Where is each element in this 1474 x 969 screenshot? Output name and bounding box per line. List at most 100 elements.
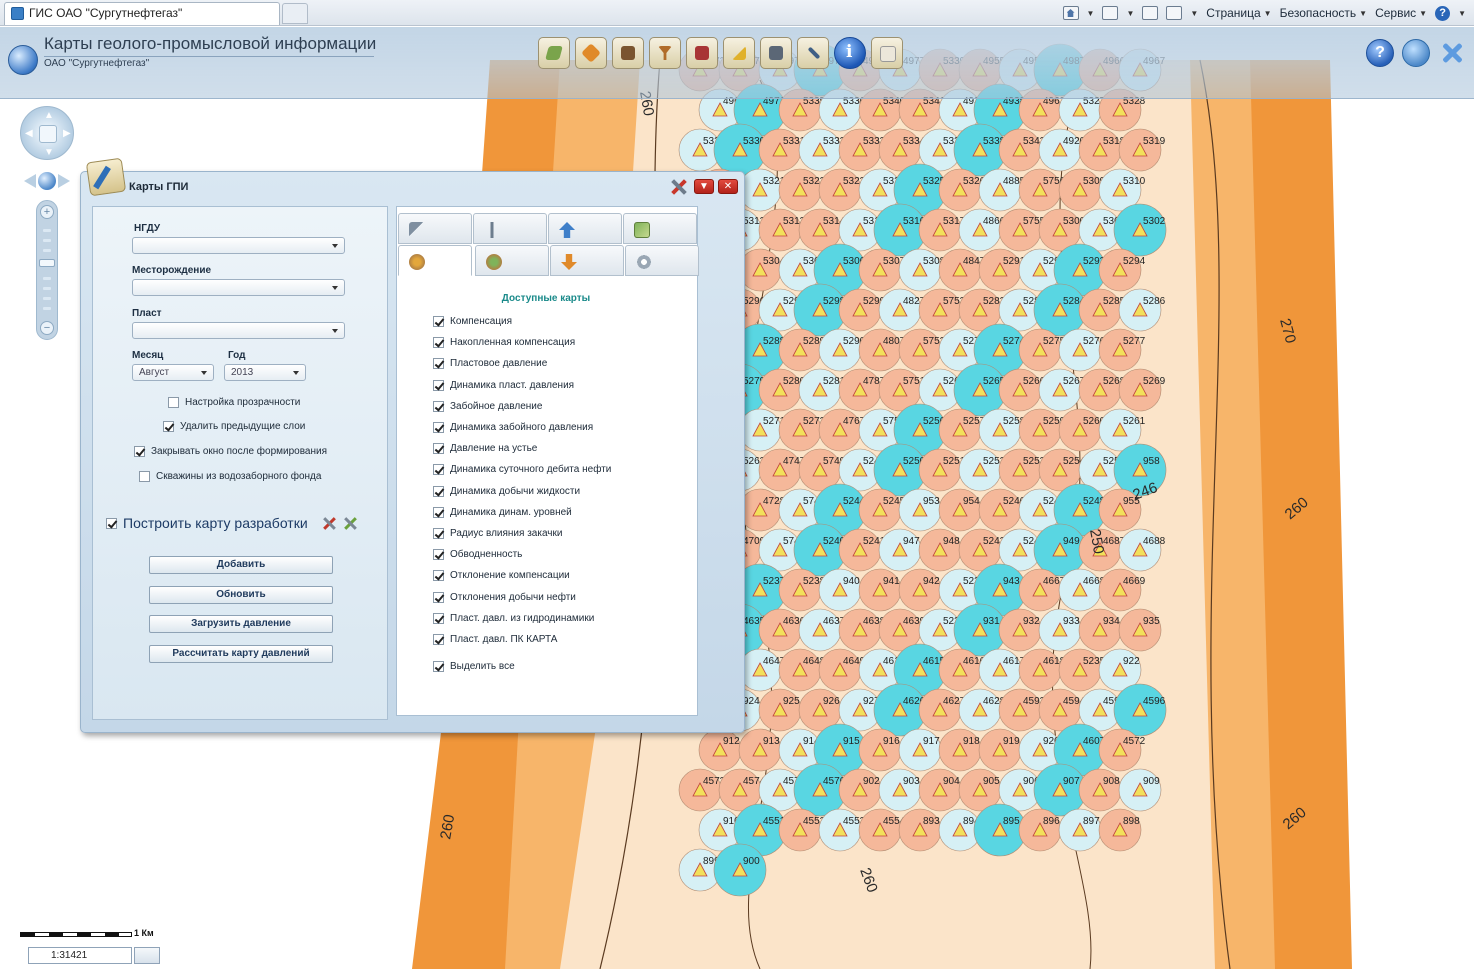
full-extent-globe-icon[interactable] <box>38 172 56 190</box>
well[interactable]: 948 <box>918 528 962 572</box>
well[interactable]: 5302 <box>1113 203 1167 257</box>
map-item-checkbox[interactable] <box>433 379 444 391</box>
browser-help-icon[interactable]: ? <box>1435 5 1451 21</box>
help-icon[interactable]: ? <box>1366 39 1394 67</box>
previous-extent-icon[interactable] <box>24 174 36 188</box>
well[interactable]: 919 <box>978 728 1022 772</box>
zoom-tick[interactable] <box>43 229 51 232</box>
map-item[interactable]: Давление на устье <box>433 438 611 459</box>
pan-center-icon[interactable] <box>39 125 57 143</box>
transparency-option[interactable]: Настройка прозрачности <box>168 397 300 408</box>
well[interactable]: 934 <box>1078 608 1122 652</box>
well[interactable]: 940 <box>818 568 862 612</box>
year-select[interactable]: 2013 <box>224 364 306 381</box>
tab-brush[interactable] <box>398 213 472 244</box>
delete-layers-checkbox[interactable] <box>163 421 174 432</box>
map-item-checkbox[interactable] <box>433 527 444 539</box>
map-item-checkbox[interactable] <box>433 358 444 370</box>
zoom-tick[interactable] <box>43 287 51 290</box>
book-icon[interactable] <box>686 37 718 69</box>
print-icon[interactable] <box>1166 6 1183 20</box>
map-item[interactable]: Динамика пласт. давления <box>433 375 611 396</box>
home-dropdown-icon[interactable]: ▼ <box>1087 9 1095 18</box>
well[interactable]: 953 <box>898 488 942 532</box>
search-icon[interactable] <box>1402 39 1430 67</box>
map-item[interactable]: Отклонения добычи нефти <box>433 586 611 607</box>
layers-icon[interactable] <box>538 37 570 69</box>
map-item-checkbox[interactable] <box>433 485 444 497</box>
well[interactable]: 931 <box>953 603 1007 657</box>
well[interactable]: 942 <box>898 568 942 612</box>
add-button[interactable]: Добавить <box>149 556 333 574</box>
build-settings-icon[interactable] <box>322 516 337 531</box>
close-icon[interactable] <box>1438 39 1466 67</box>
well[interactable]: 941 <box>858 568 902 612</box>
feeds-dropdown-icon[interactable]: ▼ <box>1126 9 1134 18</box>
map-item-checkbox[interactable] <box>433 316 444 328</box>
well[interactable]: 909 <box>1118 768 1162 812</box>
delete-layers-option[interactable]: Удалить предыдущие слои <box>163 421 305 432</box>
build-tools-icon[interactable] <box>343 516 358 531</box>
map-item-checkbox[interactable] <box>433 464 444 476</box>
map-item-checkbox[interactable] <box>433 570 444 582</box>
map-item[interactable]: Забойное давление <box>433 396 611 417</box>
field-select[interactable] <box>132 279 345 296</box>
next-extent-icon[interactable] <box>58 174 70 188</box>
info-icon[interactable] <box>834 37 866 69</box>
feeds-icon[interactable] <box>1102 6 1119 20</box>
map-item[interactable]: Динамика суточного дебита нефти <box>433 459 611 480</box>
measure-icon[interactable] <box>723 37 755 69</box>
map-item[interactable]: Пластовое давление <box>433 353 611 374</box>
pan-control[interactable]: ▲ ▼ ◀ ▶ <box>20 106 74 160</box>
new-tab-button[interactable] <box>282 3 308 24</box>
map-item-checkbox[interactable] <box>433 591 444 603</box>
map-item[interactable]: Пласт. давл. ПК КАРТА <box>433 629 611 650</box>
well[interactable]: 5316 <box>873 203 927 257</box>
menu-security[interactable]: Безопасность ▼ <box>1280 6 1367 20</box>
select-all-checkbox[interactable] <box>433 661 444 672</box>
pan-left-icon[interactable]: ◀ <box>25 128 33 139</box>
map-item[interactable]: Отклонение компенсации <box>433 565 611 586</box>
print-dropdown-icon[interactable]: ▼ <box>1190 9 1198 18</box>
select-all-option[interactable]: Выделить все <box>433 661 515 672</box>
pan-up-icon[interactable]: ▲ <box>44 110 54 121</box>
well[interactable]: 5240 <box>793 523 847 577</box>
water-wells-checkbox[interactable] <box>139 471 150 482</box>
well[interactable]: 5298 <box>793 283 847 337</box>
map-item-checkbox[interactable] <box>433 506 444 518</box>
well[interactable]: 903 <box>878 768 922 812</box>
well[interactable]: 4626 <box>873 683 927 737</box>
well[interactable]: 904 <box>918 768 962 812</box>
well[interactable]: 895 <box>973 803 1027 857</box>
zoom-tick[interactable] <box>43 307 51 310</box>
pen-icon[interactable] <box>797 37 829 69</box>
map-item[interactable]: Компенсация <box>433 311 611 332</box>
menu-page[interactable]: Страница ▼ <box>1206 6 1271 20</box>
edit-map-icon[interactable] <box>575 37 607 69</box>
help-dropdown-icon[interactable]: ▼ <box>1458 9 1466 18</box>
zoom-tick[interactable] <box>43 249 51 252</box>
browser-tab[interactable]: ГИС ОАО "Сургутнефтегаз" <box>4 2 280 25</box>
tab-well[interactable] <box>473 213 547 244</box>
well[interactable]: 5338 <box>953 123 1007 177</box>
close-after-checkbox[interactable] <box>134 446 145 457</box>
map-item-checkbox[interactable] <box>433 443 444 455</box>
scale-ratio-field[interactable]: 1:31421 <box>28 947 132 964</box>
well[interactable]: 933 <box>1038 608 1082 652</box>
map-item[interactable]: Динамика добычи жидкости <box>433 481 611 502</box>
zoom-tick[interactable] <box>43 277 51 280</box>
menu-tools[interactable]: Сервис ▼ <box>1375 6 1427 20</box>
filter-icon[interactable] <box>649 37 681 69</box>
pan-right-icon[interactable]: ▶ <box>63 128 71 139</box>
well[interactable]: 4596 <box>1113 683 1167 737</box>
zoom-out-icon[interactable]: − <box>40 321 54 335</box>
transparency-checkbox[interactable] <box>168 397 179 408</box>
well[interactable]: 949 <box>1033 523 1087 577</box>
home-icon[interactable] <box>1062 6 1079 20</box>
map-item-checkbox[interactable] <box>433 422 444 434</box>
map-item[interactable]: Пласт. давл. из гидродинамики <box>433 608 611 629</box>
tab-map[interactable] <box>623 213 697 244</box>
pan-down-icon[interactable]: ▼ <box>44 147 54 158</box>
well[interactable]: 913 <box>738 728 782 772</box>
mail-icon[interactable] <box>1142 6 1159 20</box>
